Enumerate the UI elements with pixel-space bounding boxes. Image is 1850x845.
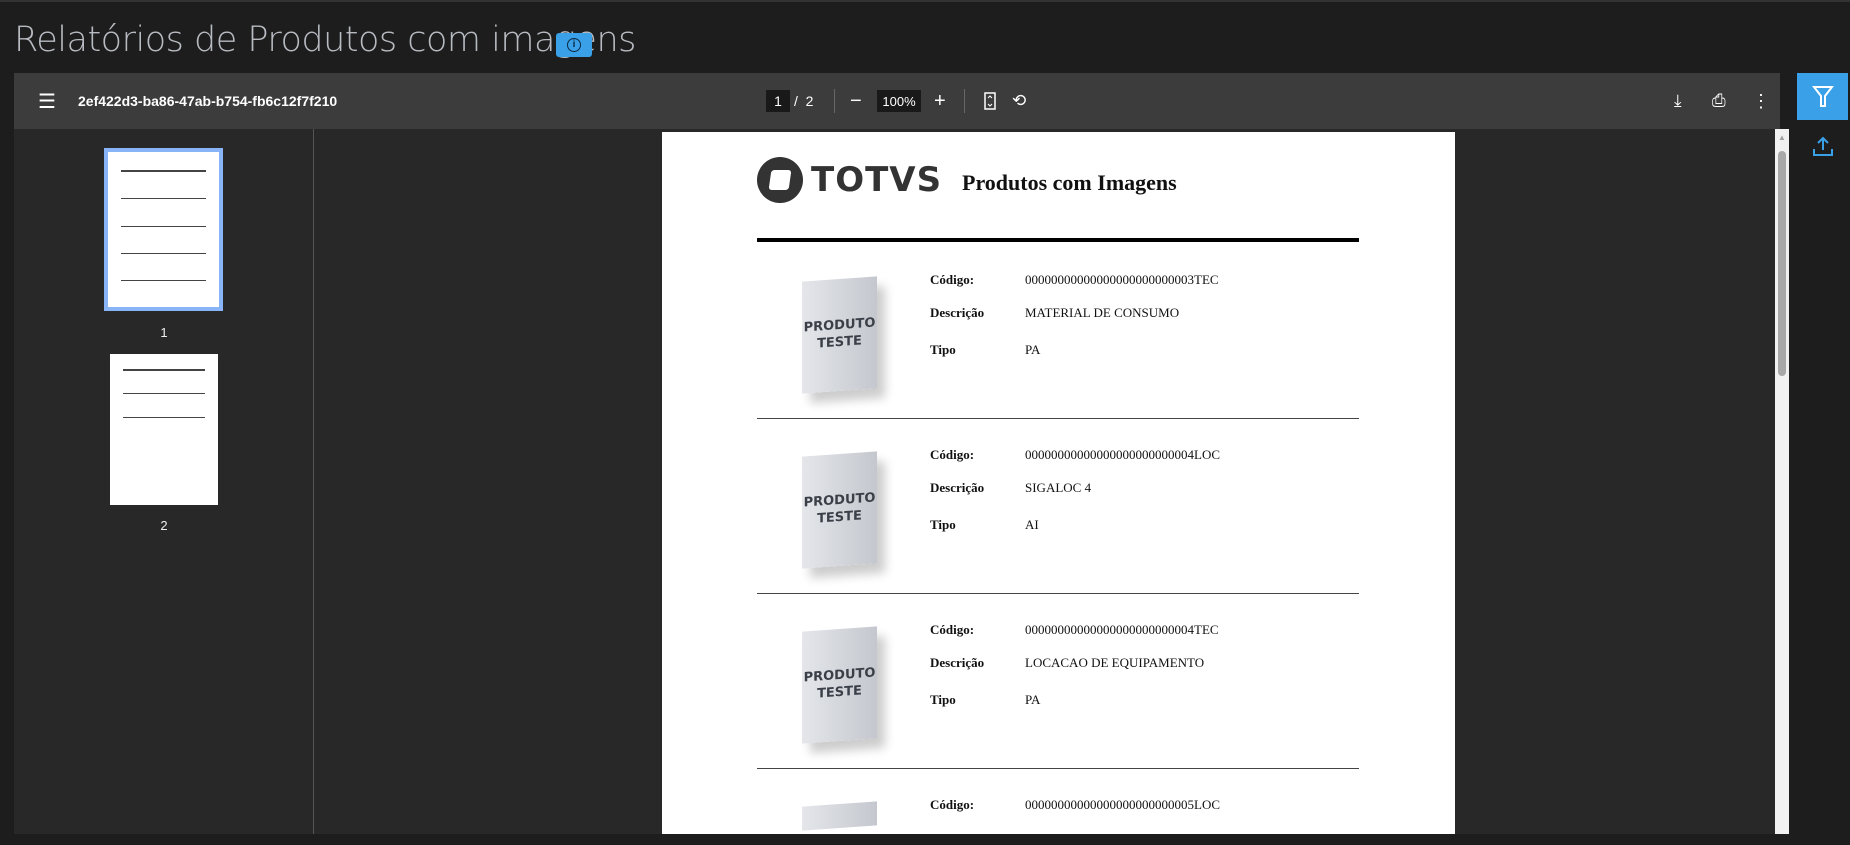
divider [834,89,835,113]
product-entry: PRODUTO TESTE Código: 000000000000000000000… [757,244,1359,419]
more-options-icon[interactable]: ⋮ [1752,73,1770,129]
document-area: TOTVS Produtos com Imagens PRODUTO TESTE C… [315,129,1780,834]
description-value: LOCACAO DE EQUIPAMENTO [1025,655,1205,670]
logo-text: TOTVS [811,160,943,200]
product-image: PRODUTO TESTE [802,276,877,394]
page-title: Relatórios de Produtos com imagens [14,20,636,60]
product-entry: PRODUTO TESTE Código: 000000000000000000000… [757,594,1359,769]
report-title: Produtos com Imagens [962,170,1177,195]
upload-button[interactable] [1797,131,1848,161]
totvs-logo-icon [757,157,803,203]
zoom-input[interactable]: 100% [877,90,921,112]
pdf-viewer: ☰ 2ef422d3-ba86-47ab-b754-fb6c12f7f210 1… [14,73,1789,834]
document-name: 2ef422d3-ba86-47ab-b754-fb6c12f7f210 [78,93,338,109]
thumbnail-page-2[interactable] [110,354,218,505]
code-label: Código: [930,447,975,462]
right-action-bar [1796,73,1850,834]
vertical-scrollbar[interactable]: ▲ [1775,129,1789,834]
description-label: Descrição [930,655,985,670]
thumbnail-label: 2 [160,518,168,533]
zoom-out-button[interactable]: − [850,73,862,129]
zoom-in-button[interactable]: + [934,73,946,129]
product-image [802,801,877,831]
fit-page-icon[interactable] [984,73,996,129]
code-label: Código: [930,272,975,287]
description-label: Descrição [930,480,985,495]
filter-button[interactable] [1797,73,1848,120]
download-icon[interactable]: ⤓ [1674,73,1682,129]
print-icon[interactable]: ⎙ [1712,73,1726,129]
header-divider [757,238,1359,242]
type-label: Tipo [930,692,956,707]
type-value: PA [1025,342,1041,357]
thumbnail-label: 1 [160,325,168,340]
page-separator: / [794,93,798,109]
page-total: / 2 [794,73,813,129]
description-value: MATERIAL DE CONSUMO [1025,305,1180,320]
product-image: PRODUTO TESTE [802,451,877,569]
type-label: Tipo [930,342,956,357]
filter-icon [1811,85,1834,107]
type-label: Tipo [930,517,956,532]
scroll-up-icon[interactable]: ▲ [1778,133,1786,142]
page-number-input[interactable]: 1 [766,90,790,112]
image-text: TESTE [817,508,862,527]
thumbnail-page-1[interactable] [104,148,223,311]
product-entry: PRODUTO TESTE Código: 000000000000000000000… [757,419,1359,594]
code-value: 00000000000000000000000004LOC [1025,447,1220,462]
code-label: Código: [930,622,975,637]
description-label: Descrição [930,305,985,320]
type-value: AI [1025,517,1039,532]
code-label: Código: [930,797,975,812]
description-value: SIGALOC 4 [1025,480,1092,495]
info-button[interactable]: i [556,33,592,57]
rotate-icon[interactable]: ⟲ [1012,73,1026,129]
totvs-logo: TOTVS [757,157,942,203]
image-text: TESTE [817,683,862,702]
upload-icon [1812,136,1833,156]
code-value: 00000000000000000000000005LOC [1025,797,1220,812]
pdf-page: TOTVS Produtos com Imagens PRODUTO TESTE C… [662,132,1455,834]
scrollbar-thumb[interactable] [1778,151,1786,376]
product-image: PRODUTO TESTE [802,626,877,744]
image-text: PRODUTO [803,665,876,686]
thumbnail-sidebar: 1 2 [14,129,314,834]
divider [964,89,965,113]
image-text: PRODUTO [803,315,876,336]
image-text: TESTE [817,333,862,352]
code-value: 00000000000000000000000003TEC [1025,272,1219,287]
type-value: PA [1025,692,1041,707]
pdf-toolbar: ☰ 2ef422d3-ba86-47ab-b754-fb6c12f7f210 1… [14,73,1780,129]
total-pages: 2 [805,93,814,109]
code-value: 00000000000000000000000004TEC [1025,622,1219,637]
menu-icon[interactable]: ☰ [38,73,56,129]
image-text: PRODUTO [803,490,876,511]
info-icon: i [567,38,581,52]
product-entry: Código: 00000000000000000000000005LOC [757,769,1359,831]
